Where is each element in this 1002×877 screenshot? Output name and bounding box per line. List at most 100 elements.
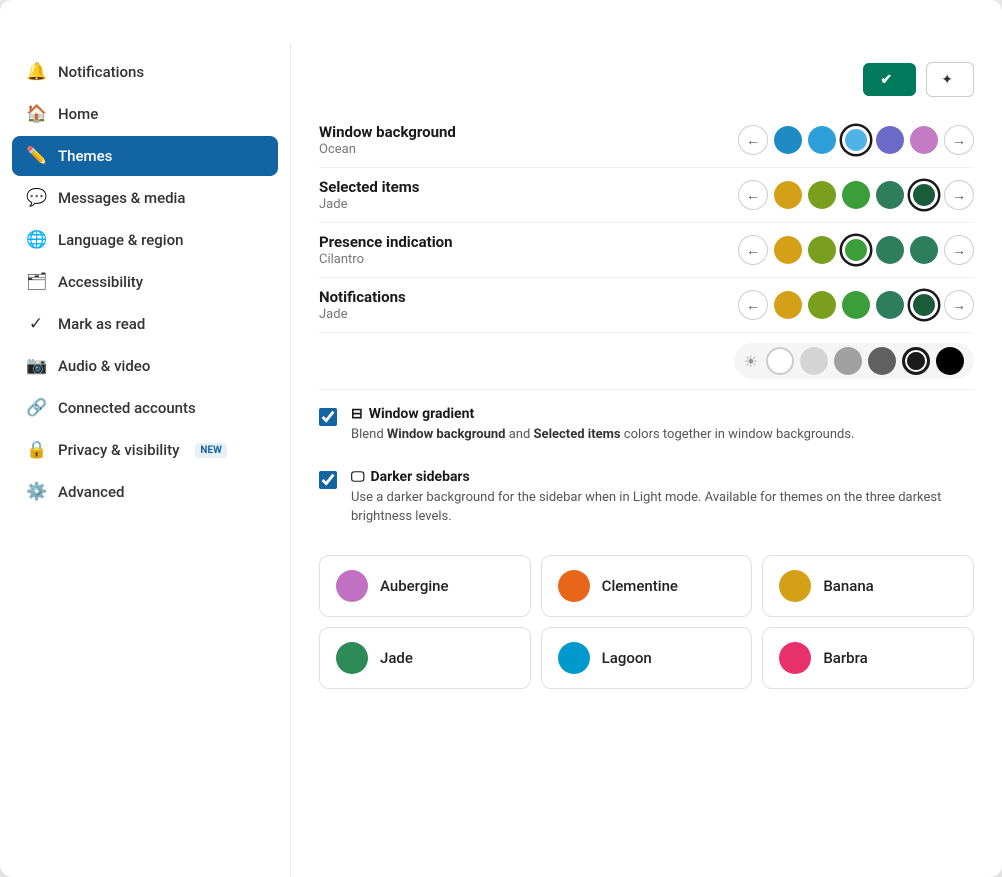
sidebar-item-language[interactable]: 🌐 Language & region [12, 220, 278, 260]
modal-body: 🔔 Notifications 🏠 Home ✏️ Themes 💬 Messa… [0, 44, 1002, 877]
swatch-notifications_row-3[interactable] [876, 291, 904, 319]
sidebar-item-markasread[interactable]: ✓ Mark as read [12, 304, 278, 344]
header-buttons: ✔ ✦ [863, 62, 974, 97]
swatch-selected_items-0[interactable] [774, 181, 802, 209]
done-button[interactable]: ✔ [863, 63, 917, 96]
accessibility-icon: 🗂 [26, 272, 46, 292]
sidebar-label-notifications: Notifications [58, 63, 144, 81]
privacy-icon: 🔒 [26, 440, 46, 460]
arrow-left-notifications_row[interactable]: ← [738, 290, 768, 320]
arrow-right-notifications_row[interactable]: → [944, 290, 974, 320]
brightness-swatch-4[interactable] [902, 347, 930, 375]
surprise-button[interactable]: ✦ [926, 62, 974, 97]
sidebar-label-markasread: Mark as read [58, 315, 145, 333]
color-dot-banana [779, 570, 811, 602]
color-row-name-notifications_row: Notifications [319, 288, 406, 306]
swatch-presence-0[interactable] [774, 236, 802, 264]
color-card-clementine[interactable]: Clementine [541, 555, 753, 617]
arrow-right-window_bg[interactable]: → [944, 125, 974, 155]
swatch-window_bg-0[interactable] [774, 126, 802, 154]
brightness-row: ☀ [319, 333, 974, 390]
checkbox-content-window_gradient: ⊟ Window gradient Blend Window backgroun… [351, 406, 854, 445]
sidebar-item-privacy[interactable]: 🔒 Privacy & visibility NEW [12, 430, 278, 470]
swatch-presence-1[interactable] [808, 236, 836, 264]
sidebar-item-messages[interactable]: 💬 Messages & media [12, 178, 278, 218]
color-card-label-barbra: Barbra [823, 649, 867, 667]
sidebar-item-advanced[interactable]: ⚙️ Advanced [12, 472, 278, 512]
color-swatches-notifications_row: ← → [738, 290, 974, 320]
swatch-presence-2[interactable] [842, 236, 870, 264]
swatch-notifications_row-0[interactable] [774, 291, 802, 319]
color-row-sub-selected_items: Jade [319, 197, 419, 212]
swatch-presence-4[interactable] [910, 236, 938, 264]
advanced-icon: ⚙️ [26, 482, 46, 502]
messages-icon: 💬 [26, 188, 46, 208]
brightness-swatch-5[interactable] [936, 347, 964, 375]
color-card-banana[interactable]: Banana [762, 555, 974, 617]
color-card-jade[interactable]: Jade [319, 627, 531, 689]
swatch-window_bg-4[interactable] [910, 126, 938, 154]
checkbox-window_gradient[interactable] [319, 408, 337, 426]
arrow-right-selected_items[interactable]: → [944, 180, 974, 210]
audiovideo-icon: 📷 [26, 356, 46, 376]
new-badge-privacy: NEW [195, 443, 226, 458]
color-card-barbra[interactable]: Barbra [762, 627, 974, 689]
preferences-modal: 🔔 Notifications 🏠 Home ✏️ Themes 💬 Messa… [0, 0, 1002, 877]
color-card-label-jade: Jade [380, 649, 413, 667]
sidebar-item-accessibility[interactable]: 🗂 Accessibility [12, 262, 278, 302]
color-row-sub-presence: Cilantro [319, 252, 453, 267]
checkbox-darker_sidebars[interactable] [319, 471, 337, 489]
themes-icon: ✏️ [26, 146, 46, 166]
color-row-sub-window_bg: Ocean [319, 142, 456, 157]
swatch-notifications_row-2[interactable] [842, 291, 870, 319]
brightness-sun-icon: ☀ [744, 352, 758, 371]
color-row-label-presence: Presence indication Cilantro [319, 233, 453, 267]
swatch-selected_items-3[interactable] [876, 181, 904, 209]
color-row-name-selected_items: Selected items [319, 178, 419, 196]
swatch-selected_items-2[interactable] [842, 181, 870, 209]
color-card-label-banana: Banana [823, 577, 873, 595]
color-dot-clementine [558, 570, 590, 602]
sidebar-item-themes[interactable]: ✏️ Themes [12, 136, 278, 176]
brightness-swatch-2[interactable] [834, 347, 862, 375]
swatch-window_bg-2[interactable] [842, 126, 870, 154]
sidebar-item-notifications[interactable]: 🔔 Notifications [12, 52, 278, 92]
color-card-aubergine[interactable]: Aubergine [319, 555, 531, 617]
checkbox-title-window_gradient: ⊟ Window gradient [351, 406, 854, 422]
color-dot-aubergine [336, 570, 368, 602]
swatch-presence-3[interactable] [876, 236, 904, 264]
color-card-label-lagoon: Lagoon [602, 649, 652, 667]
arrow-left-selected_items[interactable]: ← [738, 180, 768, 210]
swatch-selected_items-1[interactable] [808, 181, 836, 209]
swatch-selected_items-4[interactable] [910, 181, 938, 209]
brightness-swatch-1[interactable] [800, 347, 828, 375]
arrow-left-presence[interactable]: ← [738, 235, 768, 265]
arrow-left-window_bg[interactable]: ← [738, 125, 768, 155]
color-row-label-window_bg: Window background Ocean [319, 123, 456, 157]
sidebar-item-home[interactable]: 🏠 Home [12, 94, 278, 134]
color-row-label-notifications_row: Notifications Jade [319, 288, 406, 322]
color-swatches-selected_items: ← → [738, 180, 974, 210]
swatch-notifications_row-4[interactable] [910, 291, 938, 319]
sidebar-item-connected[interactable]: 🔗 Connected accounts [12, 388, 278, 428]
sidebar-label-language: Language & region [58, 231, 183, 249]
close-button[interactable] [966, 24, 974, 32]
checkbox-title-darker_sidebars: 🖵 Darker sidebars [351, 469, 974, 485]
sparkle-icon: ✦ [941, 71, 953, 88]
color-row-sub-notifications_row: Jade [319, 307, 406, 322]
check-icon: ✔ [881, 71, 893, 88]
checkbox-icon-darker_sidebars: 🖵 [351, 469, 365, 485]
color-card-lagoon[interactable]: Lagoon [541, 627, 753, 689]
arrow-right-presence[interactable]: → [944, 235, 974, 265]
color-row-notifications_row: Notifications Jade ← → [319, 278, 974, 333]
swatch-window_bg-1[interactable] [808, 126, 836, 154]
language-icon: 🌐 [26, 230, 46, 250]
swatch-notifications_row-1[interactable] [808, 291, 836, 319]
sidebar-item-audiovideo[interactable]: 📷 Audio & video [12, 346, 278, 386]
swatch-window_bg-3[interactable] [876, 126, 904, 154]
color-card-label-clementine: Clementine [602, 577, 678, 595]
color-row-window_bg: Window background Ocean ← → [319, 113, 974, 168]
brightness-swatch-3[interactable] [868, 347, 896, 375]
color-row-name-window_bg: Window background [319, 123, 456, 141]
brightness-swatch-0[interactable] [766, 347, 794, 375]
